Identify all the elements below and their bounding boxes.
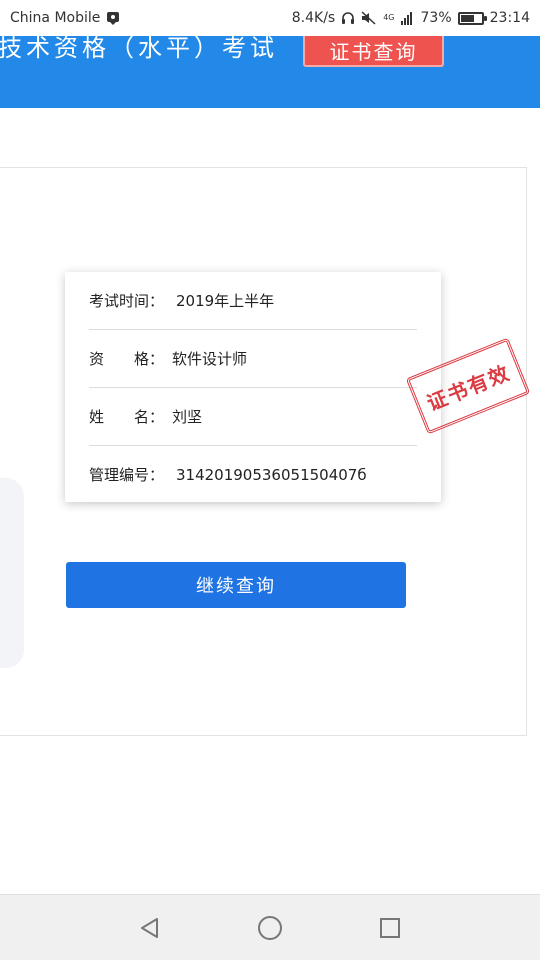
page-title: 技术资格（水平）考试 bbox=[0, 34, 278, 62]
exam-time-value: 2019年上半年 bbox=[176, 292, 275, 310]
mute-icon bbox=[361, 11, 377, 25]
side-decoration bbox=[0, 478, 24, 668]
certificate-query-button[interactable]: 证书查询 bbox=[303, 36, 444, 67]
name-value: 刘坚 bbox=[172, 408, 203, 426]
qualification-row: 资 格： 软件设计师 bbox=[89, 330, 417, 388]
status-right: 8.4K/s 4G 73% 23:14 bbox=[292, 10, 530, 26]
management-number-value: 3142019053605150407б bbox=[176, 465, 367, 484]
certificate-info-card: 考试时间： 2019年上半年 资 格： 软件设计师 姓 名： 刘坚 管理编号： … bbox=[65, 272, 441, 504]
qualification-label: 资 格： bbox=[89, 350, 165, 368]
name-row: 姓 名： 刘坚 bbox=[89, 388, 417, 446]
management-number-label: 管理编号： bbox=[89, 466, 165, 484]
status-bar: China Mobile 8.4K/s 4G 73% 23:14 bbox=[0, 0, 540, 36]
network-speed: 8.4K/s bbox=[291, 10, 336, 26]
battery-icon bbox=[457, 11, 487, 25]
page-header: 技术资格（水平）考试 证书查询 bbox=[0, 36, 540, 108]
home-icon[interactable] bbox=[256, 914, 284, 942]
status-left: China Mobile bbox=[10, 10, 120, 26]
clock: 23:14 bbox=[489, 10, 530, 26]
exam-time-label: 考试时间： bbox=[89, 292, 165, 310]
network-type: 4G bbox=[383, 13, 395, 22]
recents-icon[interactable] bbox=[376, 914, 404, 942]
carrier-name: China Mobile bbox=[10, 10, 101, 26]
exam-time-row: 考试时间： 2019年上半年 bbox=[89, 272, 417, 330]
management-number-row: 管理编号： 3142019053605150407б bbox=[89, 446, 417, 504]
name-label: 姓 名： bbox=[89, 408, 165, 426]
back-icon[interactable] bbox=[136, 914, 164, 942]
headphone-icon bbox=[341, 11, 355, 25]
signal-icon bbox=[400, 11, 415, 25]
battery-percent: 73% bbox=[420, 10, 452, 26]
battery-fill bbox=[460, 14, 474, 22]
system-nav-bar bbox=[0, 894, 540, 960]
qualification-value: 软件设计师 bbox=[172, 350, 248, 368]
notification-icon bbox=[106, 11, 120, 25]
continue-query-button[interactable]: 继续查询 bbox=[66, 562, 406, 608]
